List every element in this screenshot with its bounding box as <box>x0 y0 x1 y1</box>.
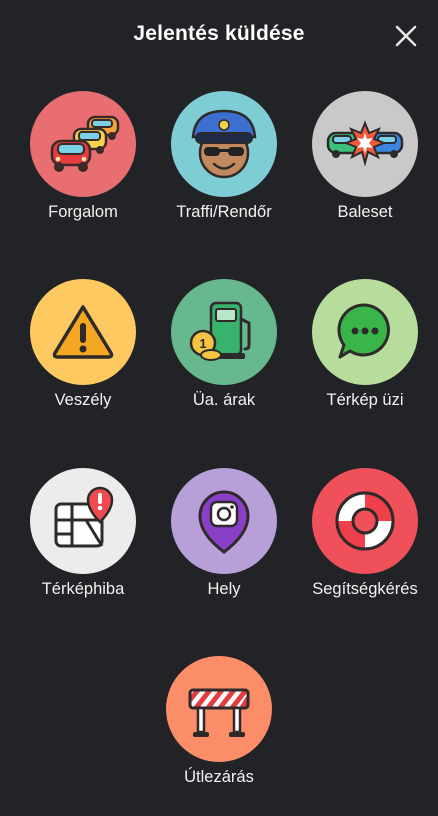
police-icon <box>191 109 257 179</box>
fuel-circle: 1 <box>171 279 277 385</box>
mapissue-circle <box>30 468 136 574</box>
road-closure-icon <box>188 688 251 737</box>
map-issue-icon <box>54 486 114 548</box>
help-circle <box>312 468 418 574</box>
place-icon <box>198 490 250 554</box>
hazard-icon <box>52 305 114 359</box>
crash-icon <box>326 120 404 167</box>
lifebuoy-icon <box>335 491 395 551</box>
fuel-price-icon: 1 <box>189 301 251 361</box>
help-label: Segítségkérés <box>312 580 418 598</box>
report-traffic-button[interactable]: Forgalom <box>13 91 153 251</box>
closure-label: Útlezárás <box>184 768 254 786</box>
report-closure-button[interactable]: Útlezárás <box>149 656 289 816</box>
place-label: Hely <box>207 580 241 598</box>
traffic-circle <box>30 91 136 197</box>
report-mapchat-button[interactable]: Térkép üzi <box>295 279 435 439</box>
hazard-circle <box>30 279 136 385</box>
map-chat-icon <box>337 303 390 359</box>
hazard-label: Veszély <box>54 391 112 409</box>
report-roadside-help-button[interactable]: Segítségkérés <box>295 468 435 628</box>
report-mapissue-button[interactable]: Térképhiba <box>13 468 153 628</box>
police-label: Traffi/Rendőr <box>176 203 272 221</box>
police-circle <box>171 91 277 197</box>
report-grid: Forgalom Traffi/Rendőr Baleset Veszély 1… <box>0 0 438 800</box>
svg-text:1: 1 <box>199 336 206 351</box>
report-crash-button[interactable]: Baleset <box>295 91 435 251</box>
mapissue-label: Térképhiba <box>41 580 125 598</box>
report-place-button[interactable]: Hely <box>154 468 294 628</box>
closure-circle <box>166 656 272 762</box>
report-police-button[interactable]: Traffi/Rendőr <box>154 91 294 251</box>
crash-circle <box>312 91 418 197</box>
mapchat-circle <box>312 279 418 385</box>
crash-label: Baleset <box>337 203 393 221</box>
report-fuel-button[interactable]: 1 Üa. árak <box>154 279 294 439</box>
fuel-label: Üa. árak <box>192 391 256 409</box>
report-hazard-button[interactable]: Veszély <box>13 279 153 439</box>
traffic-jam-icon <box>50 115 120 172</box>
mapchat-label: Térkép üzi <box>326 391 404 409</box>
traffic-label: Forgalom <box>48 203 118 221</box>
place-circle <box>171 468 277 574</box>
